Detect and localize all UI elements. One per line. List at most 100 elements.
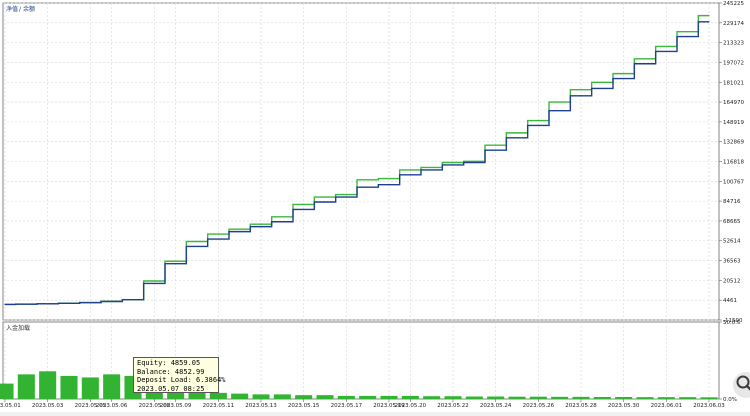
balance-point [345,196,347,198]
deposit-load-bar [380,395,398,399]
y-tick-label: 164970 [723,100,744,106]
y-tick-label: 148919 [723,120,744,126]
balance-point [217,238,219,240]
deposit-load-bar [316,395,334,399]
equity-point [153,280,155,282]
equity-point [409,169,411,171]
lower-y-tick-label: 50.0% [723,320,740,326]
deposit-load-bar [39,371,57,399]
zoom-button[interactable] [733,372,750,398]
y-tick-label: 4461 [723,298,737,304]
y-tick-label: 245225 [723,1,744,7]
balance-point [601,87,603,90]
magnifier-icon [736,375,750,391]
equity-point [665,45,667,48]
y-tick-label: 229174 [723,21,744,27]
balance-point [175,263,177,265]
y-tick-label: 197072 [723,60,744,66]
deposit-load-bar [444,396,462,399]
deposit-load-bar [359,395,377,399]
equity-point [431,166,433,169]
deposit-load-bar [551,396,569,399]
deposit-load-bar [337,395,355,399]
equity-point [516,132,518,134]
balance-point [68,302,70,304]
x-tick-label: 2023.05.11 [203,403,235,409]
deposit-load-bar [231,393,249,399]
x-tick-label: 2023.05.28 [565,403,597,409]
balance-point [473,161,475,164]
balance-point [644,63,646,65]
data-tooltip: Equity: 4859.05 Balance: 4852.99 Deposit… [133,357,226,393]
balance-point [324,201,326,203]
deposit-load-bar [209,392,227,399]
tooltip-balance: Balance: 4852.99 [137,367,205,376]
tooltip-deposit-load: Deposit Load: 6.3864% [137,376,226,384]
deposit-load-bar [615,396,633,399]
y-tick-label: 36563 [723,259,741,265]
equity-point [388,177,390,180]
lower-panel-title: 入金加载 [6,324,30,332]
equity-point [537,119,539,122]
deposit-load-bar [295,395,313,399]
deposit-load-bar [103,374,121,399]
equity-point [367,179,369,181]
x-tick-label: 2023.05.20 [395,403,427,409]
balance-point [495,149,497,151]
deposit-load-bar [700,397,718,399]
deposit-load-bar [487,396,505,399]
balance-point [281,221,283,223]
deposit-load-bar [529,396,547,399]
deposit-load-bar [465,396,483,399]
deposit-load-bar [81,377,99,399]
balance-point [559,110,561,112]
y-tick-label: 116818 [723,159,744,165]
balance-point [303,208,305,211]
chart-canvas: 245225 229174 213323 197072 181021 164970 1489… [0,1,744,409]
balance-point [665,50,667,53]
x-tick-label: 2023.05.01 [0,403,21,409]
x-tick-label: 2023.06.03 [693,403,725,409]
balance-point [388,184,390,186]
y-axis: 245225 229174 213323 197072 181021 164970 1489… [719,1,744,324]
balance-point [580,95,582,97]
y-tick-label: 100767 [723,179,744,185]
deposit-load-bar [17,374,35,399]
equity-point [175,260,177,262]
balance-point [260,226,262,228]
equity-point [217,233,219,235]
x-tick-label: 2023.06.01 [651,403,683,409]
deposit-load-bar [423,396,441,399]
equity-point [559,101,561,103]
balance-point [452,164,454,166]
deposit-load-bar [657,397,675,399]
x-tick-label: 2023.05.30 [608,403,640,409]
balance-point [687,36,689,38]
deposit-load-bar [508,396,526,399]
deposit-load-bar [252,394,270,399]
tooltip-equity: Equity: 4859.05 [137,359,201,367]
balance-point [25,303,27,305]
tooltip-timestamp: 2023.05.07 08:25 [137,384,205,393]
balance-point [409,174,411,176]
deposit-load-bar [572,396,590,399]
y-tick-label: 213323 [723,40,744,46]
equity-point [580,89,582,91]
balance-point [516,137,518,139]
x-tick-label: 2023.05.13 [245,403,277,409]
balance-point [111,300,113,303]
deposit-load-bar [0,383,14,399]
x-tick-label: 2023.05.22 [437,403,469,409]
equity-point [473,160,475,162]
balance-point [89,302,91,304]
balance-point [196,245,198,248]
balance-point [132,299,134,301]
deposit-load-bar [273,394,291,399]
x-tick-label: 2023.05.03 [32,403,64,409]
equity-point [260,223,262,225]
balance-point [708,21,710,23]
equity-point [644,58,646,60]
equity-point [601,81,603,83]
balance-point [623,77,625,80]
y-tick-label: 68665 [723,219,741,225]
